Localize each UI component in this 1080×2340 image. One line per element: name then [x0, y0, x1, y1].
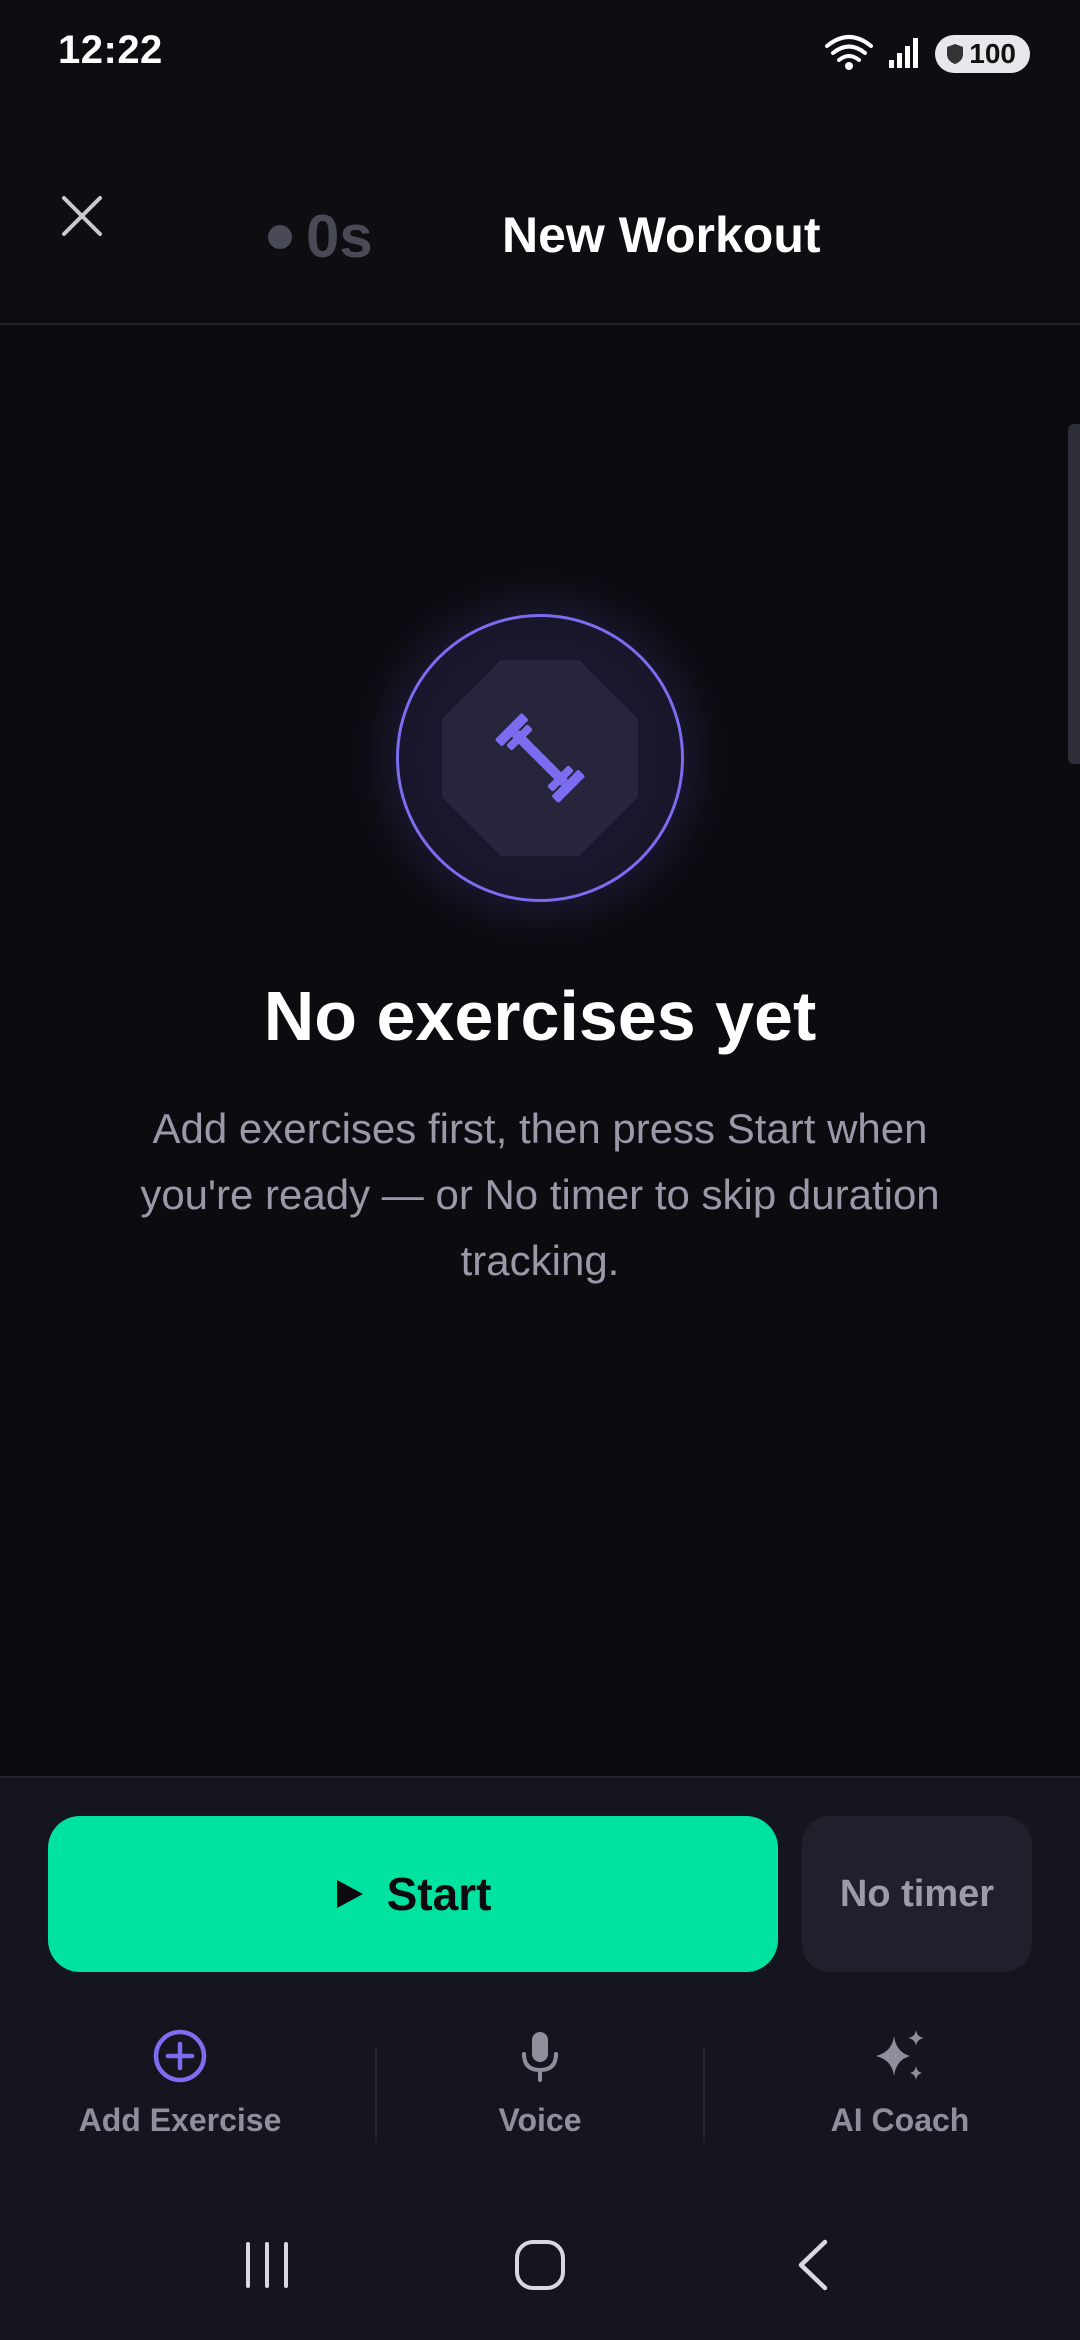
ai-coach-button[interactable]: AI Coach [720, 2024, 1080, 2154]
page-title: New Workout [502, 207, 821, 263]
microphone-icon [508, 2024, 572, 2088]
action-divider [703, 2046, 705, 2142]
battery-icon: 100 [935, 35, 1030, 73]
close-icon [62, 196, 102, 236]
back-button[interactable] [753, 2215, 873, 2315]
empty-state-title: No exercises yet [263, 977, 817, 1055]
scrollbar[interactable] [1068, 424, 1080, 764]
workout-timer: 0s [268, 202, 373, 271]
empty-state-badge [396, 614, 684, 902]
ai-coach-label: AI Coach [830, 2102, 970, 2138]
no-timer-button[interactable]: No timer [802, 1816, 1032, 1972]
status-icons: 100 [823, 30, 1030, 78]
action-divider [375, 2046, 377, 2142]
action-bar: Add Exercise Voice AI Coach [0, 2024, 1080, 2154]
timer-value: 0s [306, 203, 373, 270]
empty-state-octagon [442, 660, 638, 856]
start-label: Start [386, 1868, 492, 1920]
home-icon [514, 2240, 565, 2290]
play-icon [336, 1880, 363, 1908]
recent-apps-icon [245, 2242, 288, 2288]
status-bar: 12:22 100 [0, 0, 1080, 110]
add-circle-icon [148, 2024, 212, 2088]
status-time: 12:22 [58, 28, 163, 72]
close-button[interactable] [42, 176, 122, 256]
sparkles-icon [868, 2024, 932, 2088]
dumbbell-icon [495, 713, 585, 803]
recent-apps-button[interactable] [207, 2215, 327, 2315]
home-button[interactable] [480, 2215, 600, 2315]
battery-level: 100 [969, 38, 1016, 69]
add-exercise-label: Add Exercise [78, 2102, 282, 2138]
start-button[interactable]: Start [48, 1816, 778, 1972]
signal-icon [887, 34, 923, 75]
wifi-icon [823, 32, 875, 77]
system-nav-bar [0, 2190, 1080, 2340]
no-timer-label: No timer [839, 1872, 995, 1915]
voice-button[interactable]: Voice [360, 2024, 720, 2154]
back-icon [799, 2239, 828, 2291]
workout-header: 0s New Workout [0, 110, 1080, 325]
timer-dot [268, 224, 292, 249]
voice-label: Voice [498, 2102, 582, 2138]
empty-state-description: Add exercises first, then press Start wh… [140, 1105, 940, 1284]
add-exercise-button[interactable]: Add Exercise [0, 2024, 360, 2154]
app-root: 12:22 100 0s New Workout No exercises ye… [0, 0, 1080, 2340]
